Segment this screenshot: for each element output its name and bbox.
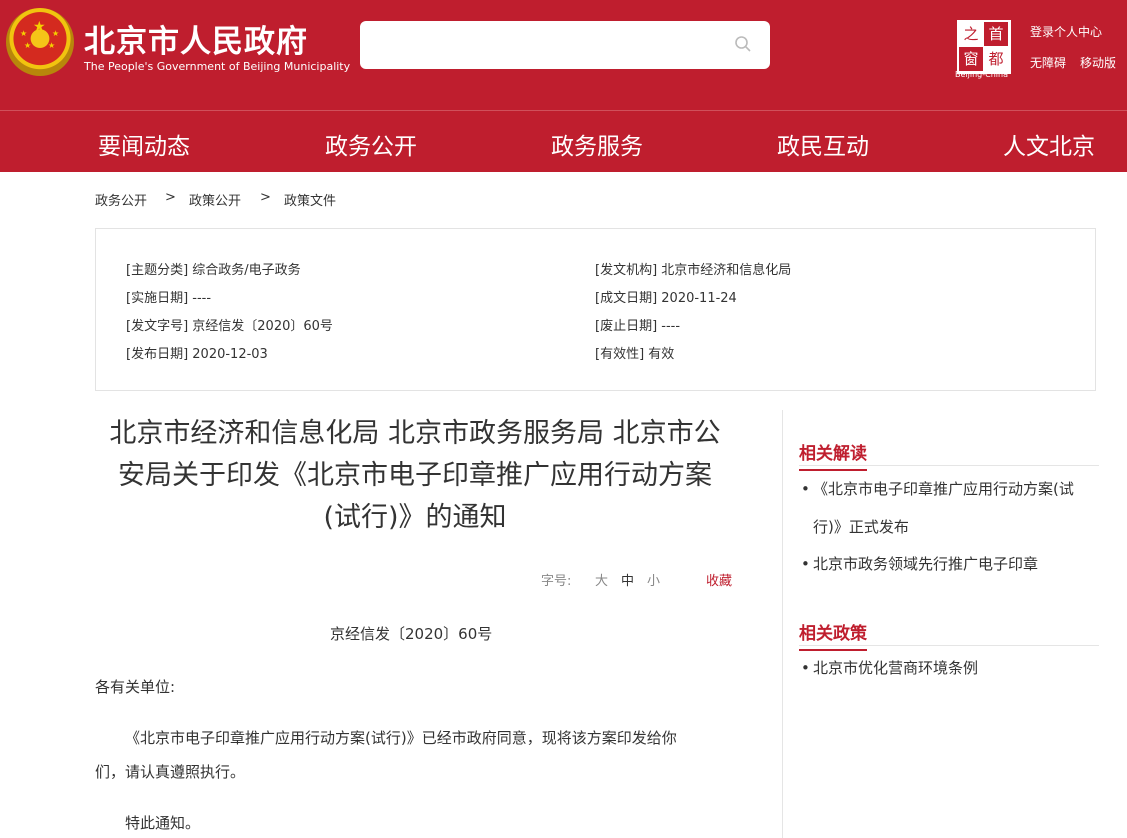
login-link[interactable]: 登录个人中心 <box>1030 23 1102 40</box>
breadcrumb-separator: > <box>165 190 176 205</box>
related-reading-heading: 相关解读 <box>799 439 867 471</box>
related-policy-item[interactable]: • 北京市优化营商环境条例 <box>801 657 978 678</box>
search-icon[interactable] <box>734 35 752 53</box>
site-subtitle: The People's Government of Beijing Munic… <box>84 60 351 73</box>
info-doc-number: [发文字号] 京经信发〔2020〕60号 <box>126 319 333 334</box>
main-nav: 要闻动态 政务公开 政务服务 政民互动 人文北京 <box>0 110 1127 172</box>
related-reading-item-text: 北京市政务领域先行推广电子印章 <box>813 555 1039 573</box>
article-title-line: (试行)》的通知 <box>323 502 507 533</box>
star-icon: ★ <box>33 19 46 35</box>
breadcrumb-separator: > <box>260 190 271 205</box>
font-size-label: 字号: <box>541 574 572 589</box>
article-title: 北京市经济和信息化局 北京市政务服务局 北京市公 安局关于印发《北京市电子印章推… <box>95 413 735 539</box>
nav-item-services[interactable]: 政务服务 <box>551 127 643 161</box>
logo-char: 都 <box>988 50 1004 68</box>
mobile-link[interactable]: 移动版 <box>1080 54 1116 71</box>
article-paragraph-line: 们，请认真遵照执行。 <box>95 763 246 781</box>
logo-caption: Beijing-China <box>955 70 1008 79</box>
logo-char: 之 <box>963 25 979 43</box>
related-reading-item-text: 《北京市电子印章推广应用行动方案(试 <box>813 480 1074 498</box>
bullet: • <box>801 555 810 573</box>
related-policy-item-text: 北京市优化营商环境条例 <box>813 659 979 677</box>
font-size-medium-button[interactable]: 中 <box>621 570 634 589</box>
article-doc-number: 京经信发〔2020〕60号 <box>330 625 493 643</box>
search-input[interactable] <box>372 31 716 59</box>
bullet: • <box>801 480 810 498</box>
nav-item-news[interactable]: 要闻动态 <box>98 127 190 161</box>
info-effective-date: [实施日期] ---- <box>126 291 212 306</box>
logo-char: 窗 <box>959 47 983 71</box>
star-icon: ★ <box>52 29 60 38</box>
related-reading-item[interactable]: • 《北京市电子印章推广应用行动方案(试 <box>801 478 1074 499</box>
capital-logo[interactable]: 之 首 窗 都 <box>957 20 1011 74</box>
breadcrumb-item[interactable]: 政务公开 <box>95 190 147 209</box>
article-title-line: 安局关于印发《北京市电子印章推广应用行动方案 <box>118 460 712 491</box>
nav-item-gov-affairs[interactable]: 政务公开 <box>325 127 417 161</box>
related-policy-heading: 相关政策 <box>799 619 867 651</box>
bullet: • <box>801 659 810 677</box>
article-paragraph-line: 《北京市电子印章推广应用行动方案(试行)》已经市政府同意，现将该方案印发给你 <box>95 727 677 748</box>
article-paragraph-text: 《北京市电子印章推广应用行动方案(试行)》已经市政府同意，现将该方案印发给你 <box>125 729 677 747</box>
sidebar-divider <box>782 410 783 838</box>
favorite-button[interactable]: 收藏 <box>706 570 732 589</box>
site-header: ★ ★ ★ ★ ★ 北京市人民政府 The People's Governmen… <box>0 0 1127 110</box>
breadcrumb-item[interactable]: 政策公开 <box>189 190 241 209</box>
star-icon: ★ <box>24 41 32 50</box>
font-size-small-button[interactable]: 小 <box>647 570 660 589</box>
font-size-large-button[interactable]: 大 <box>595 570 608 589</box>
info-written-date: [成文日期] 2020-11-24 <box>595 291 737 306</box>
national-emblem-icon: ★ ★ ★ ★ ★ <box>6 8 74 76</box>
article-closing: 特此通知。 <box>125 814 201 832</box>
breadcrumb-item[interactable]: 政策文件 <box>284 190 336 209</box>
logo-char: 首 <box>984 22 1008 46</box>
info-validity: [有效性] 有效 <box>595 347 675 362</box>
related-reading-item-cont[interactable]: 行)》正式发布 <box>813 516 909 537</box>
site-title[interactable]: 北京市人民政府 <box>84 16 308 61</box>
star-icon: ★ <box>20 29 28 38</box>
article-title-line: 北京市经济和信息化局 北京市政务服务局 北京市公 <box>109 418 721 449</box>
info-expire-date: [废止日期] ---- <box>595 319 681 334</box>
info-topic: [主题分类] 综合政务/电子政务 <box>126 263 301 278</box>
star-icon: ★ <box>48 41 56 50</box>
document-info-box <box>95 228 1096 391</box>
related-reading-item[interactable]: • 北京市政务领域先行推广电子印章 <box>801 553 1038 574</box>
info-publish-date: [发布日期] 2020-12-03 <box>126 347 268 362</box>
search-box[interactable] <box>360 21 770 69</box>
nav-item-culture[interactable]: 人文北京 <box>1003 127 1095 161</box>
accessibility-link[interactable]: 无障碍 <box>1030 54 1066 71</box>
nav-item-interaction[interactable]: 政民互动 <box>777 127 869 161</box>
info-issuer: [发文机构] 北京市经济和信息化局 <box>595 263 792 278</box>
article-greeting: 各有关单位: <box>95 678 176 696</box>
